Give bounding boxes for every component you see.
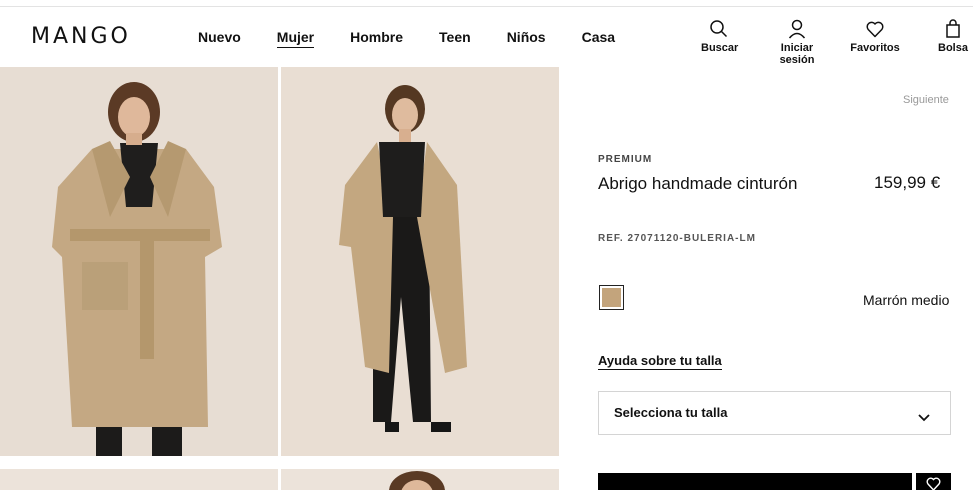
size-select[interactable]: Selecciona tu talla [598,391,951,435]
next-product-link[interactable]: Siguiente [903,94,949,106]
favorites-label: Favoritos [850,42,900,54]
color-swatch[interactable] [599,285,624,310]
nav-item-teen[interactable]: Teen [439,29,471,48]
search-icon [701,19,737,41]
mango-logo[interactable]: MANGO [31,24,131,49]
add-to-bag-button[interactable] [598,473,912,490]
site-header: MANGO Nuevo Mujer Hombre Teen Niños Casa… [0,7,973,67]
favorites-button[interactable]: Favoritos [850,19,900,54]
chevron-down-icon [918,409,930,427]
color-swatch-fill [602,288,621,307]
add-to-favorites-button[interactable] [916,473,951,490]
product-photo-side[interactable] [281,67,559,456]
nav-item-hombre[interactable]: Hombre [350,29,403,48]
bag-icon [936,19,970,41]
bag-button[interactable]: Bolsa [936,19,970,54]
product-gallery [0,67,560,490]
bag-label: Bolsa [938,42,968,54]
product-ref: REF. 27071120-BULERIA-LM [598,233,756,244]
login-label: Iniciar sesión [779,42,815,66]
product-photo-3[interactable] [0,469,278,490]
brand-line: PREMIUM [598,154,653,165]
heart-icon [926,477,941,490]
product-photo-4[interactable] [281,469,559,490]
search-button[interactable]: Buscar [701,19,739,54]
size-select-label: Selecciona tu talla [614,405,728,420]
search-label: Buscar [701,42,739,54]
main-nav: Nuevo Mujer Hombre Teen Niños Casa [198,29,651,48]
product-photo-front[interactable] [0,67,278,456]
user-icon [762,19,832,41]
login-button[interactable]: Iniciar sesión [762,19,832,66]
product-name: Abrigo handmade cinturón [598,174,798,193]
nav-item-nuevo[interactable]: Nuevo [198,29,241,48]
color-name: Marrón medio [863,292,950,308]
size-help-link[interactable]: Ayuda sobre tu talla [598,353,722,370]
heart-icon [850,19,900,41]
nav-item-ninos[interactable]: Niños [507,29,546,48]
product-price: 159,99 € [874,173,941,192]
nav-item-casa[interactable]: Casa [582,29,615,48]
nav-item-mujer[interactable]: Mujer [276,29,315,48]
